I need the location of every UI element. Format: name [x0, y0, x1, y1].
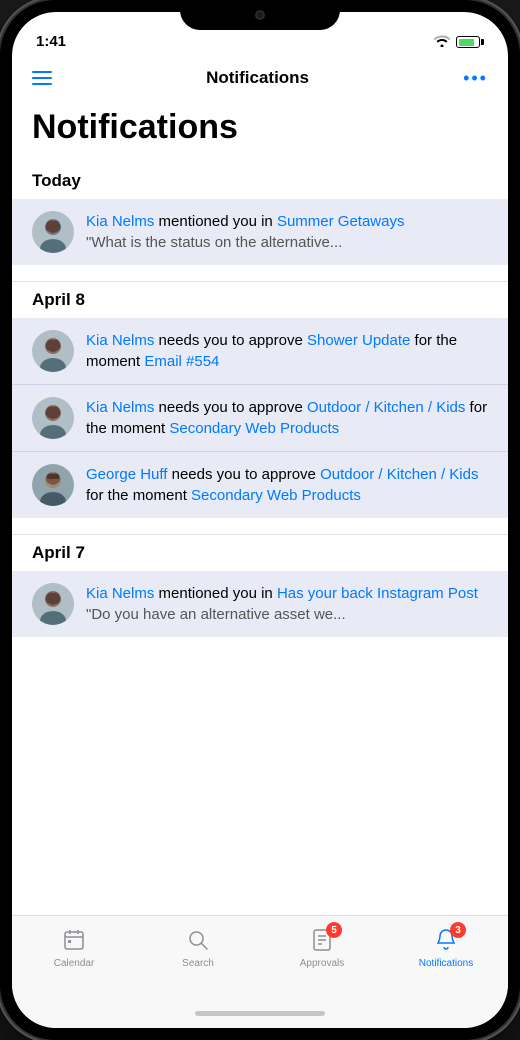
content-link2[interactable]: Secondary Web Products [169, 420, 339, 437]
more-button[interactable]: ••• [463, 68, 488, 89]
approvals-icon: 5 [308, 926, 336, 954]
calendar-icon [60, 926, 88, 954]
avatar [32, 397, 74, 439]
section-april8: April 8 Kia Nelms needs you to approve S… [12, 282, 508, 518]
phone-frame: 1:41 [0, 0, 520, 1040]
avatar [32, 583, 74, 625]
search-icon [184, 926, 212, 954]
sender-link[interactable]: George Huff [86, 466, 167, 483]
nav-title: Notifications [206, 68, 309, 88]
notif-text: Kia Nelms needs you to approve Shower Up… [86, 330, 488, 372]
tab-notifications-label: Notifications [419, 958, 473, 969]
status-icons [434, 34, 484, 50]
notif-text: George Huff needs you to approve Outdoor… [86, 464, 488, 506]
notif-preview: "What is the status on the alternative..… [86, 234, 342, 251]
content-link[interactable]: Shower Update [307, 332, 410, 349]
tab-approvals[interactable]: 5 Approvals [287, 926, 357, 969]
phone-screen: 1:41 [12, 12, 508, 1028]
notification-item[interactable]: Kia Nelms mentioned you in Has your back… [12, 571, 508, 637]
sender-link[interactable]: Kia Nelms [86, 585, 154, 602]
section-header-april7: April 7 [12, 535, 508, 571]
sender-link[interactable]: Kia Nelms [86, 213, 154, 230]
notif-text: Kia Nelms mentioned you in Summer Getawa… [86, 211, 488, 253]
notification-item[interactable]: Kia Nelms needs you to approve Shower Up… [12, 318, 508, 385]
notifications-badge: 3 [450, 922, 466, 938]
home-bar [195, 1011, 325, 1016]
section-header-today: Today [12, 163, 508, 199]
bell-icon: 3 [432, 926, 460, 954]
avatar [32, 464, 74, 506]
notification-item[interactable]: George Huff needs you to approve Outdoor… [12, 452, 508, 518]
approvals-badge: 5 [326, 922, 342, 938]
content-link[interactable]: Outdoor / Kitchen / Kids [307, 399, 465, 416]
section-today: Today Kia Nelms mentioned you in Summer … [12, 163, 508, 265]
tab-calendar-label: Calendar [54, 958, 95, 969]
wifi-icon [434, 34, 450, 50]
sender-link[interactable]: Kia Nelms [86, 332, 154, 349]
content-link2[interactable]: Secondary Web Products [191, 487, 361, 504]
menu-button[interactable] [32, 71, 52, 85]
notification-item[interactable]: Kia Nelms needs you to approve Outdoor /… [12, 385, 508, 452]
nav-bar: Notifications ••• [12, 56, 508, 100]
content-link2[interactable]: Email #554 [144, 353, 219, 370]
section-april7: April 7 Kia Nelms mentioned you in Has y… [12, 535, 508, 637]
notif-text: Kia Nelms needs you to approve Outdoor /… [86, 397, 488, 439]
camera [255, 10, 265, 20]
notif-preview: "Do you have an alternative asset we... [86, 606, 346, 623]
avatar [32, 330, 74, 372]
home-indicator [12, 998, 508, 1028]
notification-item[interactable]: Kia Nelms mentioned you in Summer Getawa… [12, 199, 508, 265]
tab-notifications[interactable]: 3 Notifications [411, 926, 481, 969]
tab-calendar[interactable]: Calendar [39, 926, 109, 969]
content-link[interactable]: Outdoor / Kitchen / Kids [320, 466, 478, 483]
status-time: 1:41 [36, 33, 66, 50]
tab-search[interactable]: Search [163, 926, 233, 969]
tab-approvals-label: Approvals [300, 958, 344, 969]
section-header-april8: April 8 [12, 282, 508, 318]
content-link[interactable]: Has your back Instagram Post [277, 585, 478, 602]
content-area: Notifications Today Ki [12, 100, 508, 915]
avatar [32, 211, 74, 253]
tab-search-label: Search [182, 958, 214, 969]
page-title: Notifications [12, 100, 508, 163]
sender-link[interactable]: Kia Nelms [86, 399, 154, 416]
battery-icon [456, 36, 484, 48]
notch [180, 0, 340, 30]
tab-bar: Calendar Search [12, 915, 508, 998]
notif-text: Kia Nelms mentioned you in Has your back… [86, 583, 488, 625]
content-link[interactable]: Summer Getaways [277, 213, 405, 230]
